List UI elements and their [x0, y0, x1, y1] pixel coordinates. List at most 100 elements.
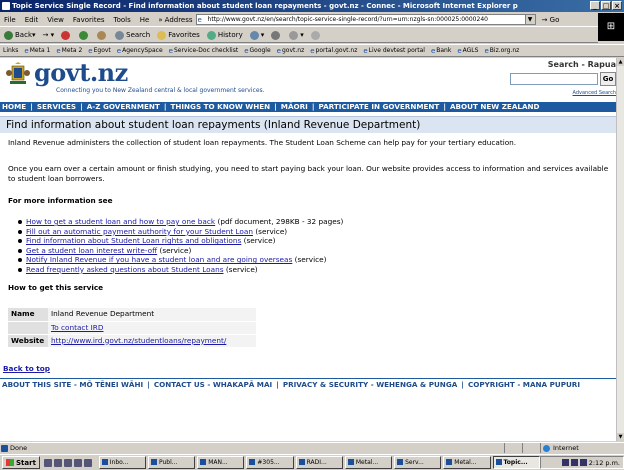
quicklaunch-icon[interactable] — [43, 458, 52, 467]
mail-icon — [249, 30, 259, 40]
refresh-button[interactable] — [79, 30, 90, 40]
footer-about[interactable]: ABOUT THIS SITE - MŌ TĒNEI WĀHI — [2, 380, 143, 389]
nav-az-government[interactable]: A-Z GOVERNMENT — [87, 102, 160, 111]
quicklaunch-icon[interactable] — [63, 458, 72, 467]
task-305[interactable]: #305... — [246, 456, 294, 469]
link-notify-overseas[interactable]: Notify Inland Revenue if you have a stud… — [26, 255, 292, 264]
link-google[interactable]: e Google — [244, 47, 270, 55]
main-nav: HOME | SERVICES | A-Z GOVERNMENT | THINGS TO K… — [0, 102, 616, 112]
back-arrow-icon — [4, 30, 13, 40]
link-meta2[interactable]: e Meta 2 — [56, 47, 82, 55]
menu-view[interactable]: View — [47, 16, 64, 24]
address-dropdown-icon[interactable]: ▼ — [525, 14, 536, 25]
menu-help[interactable]: He — [140, 16, 150, 24]
advanced-search-link[interactable]: Advanced Search — [573, 90, 616, 96]
link-icon: e — [56, 46, 61, 55]
taskbar: Start Inbo... Publ... MAN... #305... RAD… — [0, 454, 624, 470]
scroll-up-icon[interactable]: ▲ — [617, 58, 624, 66]
footer-privacy[interactable]: PRIVACY & SECURITY - WEHENGA & PUNGA — [283, 380, 457, 389]
task-topic[interactable]: Topic... — [492, 456, 540, 469]
forward-button[interactable]: → ▾ — [43, 31, 55, 39]
contact-ird-link[interactable]: To contact IRD — [51, 323, 103, 332]
scroll-down-icon[interactable]: ▼ — [617, 433, 624, 441]
nav-home[interactable]: HOME — [2, 102, 26, 111]
task-inbox[interactable]: Inbo... — [98, 456, 146, 469]
stop-button[interactable] — [61, 30, 72, 40]
menu-file[interactable]: File — [4, 16, 16, 24]
nav-maori[interactable]: MĀORI — [281, 102, 308, 111]
link-agls[interactable]: e AGLS — [457, 47, 478, 55]
website-link[interactable]: http://www.ird.govt.nz/studentloans/repa… — [51, 336, 226, 345]
link-bizorg[interactable]: e Biz.org.nz — [484, 47, 519, 55]
address-input[interactable]: e http://www.govt.nz/en/search/topic-ser… — [195, 14, 526, 25]
name-value: Inland Revenue Department — [48, 308, 256, 322]
links-label: Links — [3, 47, 19, 54]
edit-button[interactable]: ▾ — [289, 30, 304, 40]
task-publ[interactable]: Publ... — [147, 456, 196, 469]
site-logo[interactable]: govt.nz — [34, 58, 128, 87]
footer-contact[interactable]: CONTACT US - WHAKAPĀ MAI — [154, 380, 272, 389]
nav-about-nz[interactable]: ABOUT NEW ZEALAND — [450, 102, 540, 111]
tray-icon[interactable] — [561, 459, 569, 466]
website-label: Website — [8, 334, 48, 348]
favorites-button[interactable]: Favorites — [157, 30, 200, 40]
discuss-icon — [310, 30, 320, 40]
window-title: Topic Service Single Record - Find infor… — [12, 2, 518, 10]
link-faq[interactable]: Read frequently asked questions about St… — [26, 265, 224, 274]
vertical-scrollbar[interactable]: ▲ ▼ — [616, 58, 624, 441]
link-portal[interactable]: e portal.govt.nz — [310, 47, 357, 55]
back-button[interactable]: Back ▾ — [4, 30, 36, 40]
link-service-doc[interactable]: e Service-Doc checklist — [169, 47, 239, 55]
name-label: Name — [8, 308, 48, 322]
minimize-button[interactable]: _ — [590, 1, 600, 10]
link-bank[interactable]: e Bank — [431, 47, 451, 55]
menu-tools[interactable]: Tools — [114, 16, 131, 24]
menu-overflow[interactable]: » — [158, 16, 162, 24]
menu-favorites[interactable]: Favorites — [73, 16, 105, 24]
page-title: Find information about student loan repa… — [0, 116, 616, 133]
task-radi[interactable]: RADI... — [295, 456, 343, 469]
home-icon — [97, 30, 107, 40]
footer-copyright[interactable]: COPYRIGHT - MANA PUPURI — [468, 380, 580, 389]
task-metal-2[interactable]: Metal... — [443, 456, 491, 469]
nav-things-to-know[interactable]: THINGS TO KNOW WHEN — [170, 102, 270, 111]
nav-services[interactable]: SERVICES — [37, 102, 76, 111]
address-go-button[interactable]: → Go — [542, 16, 560, 24]
maximize-button[interactable]: □ — [601, 1, 611, 10]
history-button[interactable]: History — [206, 30, 243, 40]
search-button[interactable]: Search — [115, 30, 150, 40]
quicklaunch-icon[interactable] — [53, 458, 62, 467]
print-button[interactable] — [271, 30, 282, 40]
task-metal[interactable]: Metal... — [344, 456, 393, 469]
link-interest-writeoff[interactable]: Get a student loan interest write-off — [26, 246, 157, 255]
site-search-input[interactable] — [510, 73, 598, 85]
task-serv[interactable]: Serv... — [394, 456, 442, 469]
task-man[interactable]: MAN... — [197, 456, 245, 469]
mail-button[interactable]: ▾ — [249, 30, 264, 40]
refresh-icon — [79, 30, 89, 40]
menu-edit[interactable]: Edit — [25, 16, 39, 24]
tray-icon[interactable] — [570, 459, 578, 466]
link-govtnz[interactable]: e govt.nz — [277, 47, 305, 55]
link-agencyspace[interactable]: e AgencySpace — [117, 47, 163, 55]
link-icon: e — [88, 46, 93, 55]
start-button[interactable]: Start — [2, 456, 40, 469]
link-meta1[interactable]: e Meta 1 — [24, 47, 50, 55]
nav-participate[interactable]: PARTICIPATE IN GOVERNMENT — [318, 102, 439, 111]
favorites-icon — [157, 30, 167, 40]
link-rights-obligations[interactable]: Find information about Student Loan righ… — [26, 236, 241, 245]
link-egovt[interactable]: e Egovt — [88, 47, 111, 55]
link-automatic-payment[interactable]: Fill out an automatic payment authority … — [26, 227, 253, 236]
quicklaunch-icon[interactable] — [83, 458, 92, 467]
link-get-student-loan[interactable]: How to get a student loan and how to pay… — [26, 217, 215, 226]
link-devtest[interactable]: e Live devtest portal — [363, 47, 425, 55]
home-button[interactable] — [97, 30, 108, 40]
discuss-button[interactable] — [310, 30, 322, 40]
search-icon — [115, 30, 125, 40]
tray-icon[interactable] — [579, 459, 587, 466]
close-button[interactable]: × — [612, 1, 622, 10]
site-footer: ABOUT THIS SITE - MŌ TĒNEI WĀHI | CONTACT … — [0, 378, 616, 391]
back-to-top-link[interactable]: Back to top — [3, 364, 50, 373]
search-go-button[interactable]: Go — [600, 72, 616, 86]
quicklaunch-icon[interactable] — [73, 458, 82, 467]
